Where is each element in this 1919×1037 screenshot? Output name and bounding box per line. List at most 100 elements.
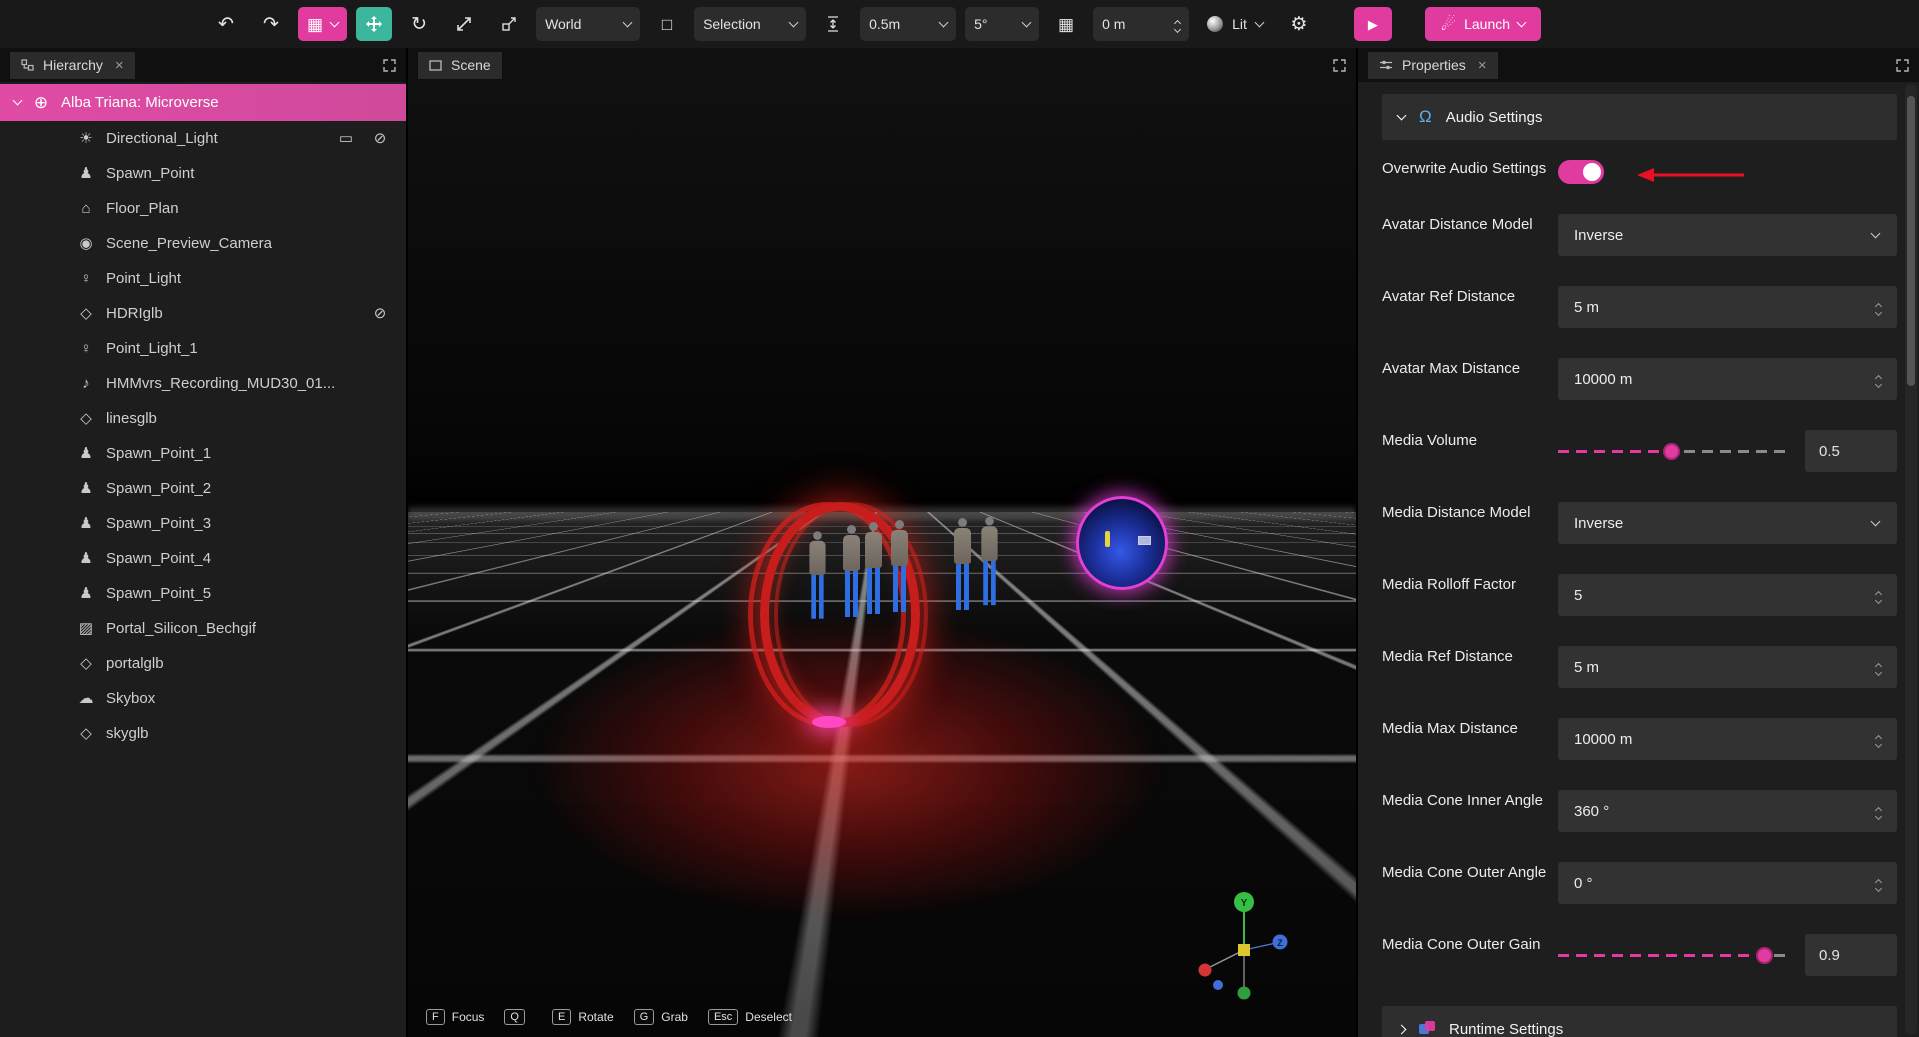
selection-dropdown[interactable]: Selection bbox=[694, 7, 806, 41]
settings-button[interactable]: ⚙ bbox=[1281, 7, 1317, 41]
properties-scrollbar[interactable] bbox=[1905, 84, 1917, 1035]
tree-item-root-selected[interactable]: Alba Triana: Microverse bbox=[0, 84, 406, 121]
orientation-gizmo[interactable]: Y Z bbox=[1192, 888, 1292, 1003]
scene-viewport[interactable]: Y Z FFocus Q ERotate GGrab EscDeselect bbox=[408, 82, 1356, 1037]
redo-icon: ↷ bbox=[263, 15, 279, 34]
avatar-max-distance-stepper[interactable]: 10000 m bbox=[1558, 358, 1897, 400]
tab-scene[interactable]: Scene bbox=[418, 52, 502, 79]
pivot-button[interactable] bbox=[491, 7, 527, 41]
expand-panel-icon[interactable] bbox=[1333, 59, 1346, 72]
avatar-figure[interactable] bbox=[805, 531, 830, 618]
keyboard-hints: FFocus Q ERotate GGrab EscDeselect bbox=[426, 1009, 792, 1025]
tree-item-hmmvrs-recording[interactable]: HMMvrs_Recording_MUD30_01... bbox=[0, 366, 406, 401]
section-title: Runtime Settings bbox=[1449, 1021, 1563, 1037]
key-g: G bbox=[634, 1009, 655, 1025]
chevron-down-icon bbox=[1254, 17, 1264, 27]
runtime-settings-section[interactable]: Runtime Settings bbox=[1382, 1006, 1897, 1037]
close-icon[interactable]: × bbox=[1478, 58, 1487, 73]
slider-thumb[interactable] bbox=[1756, 947, 1773, 964]
selection-mode-button[interactable]: □ bbox=[649, 7, 685, 41]
close-icon[interactable]: × bbox=[115, 58, 124, 73]
media-cone-outer-angle-stepper[interactable]: 0 ° bbox=[1558, 862, 1897, 904]
tree-item-spawn-point-5[interactable]: Spawn_Point_5 bbox=[0, 576, 406, 611]
eye-off-icon[interactable] bbox=[370, 306, 390, 321]
tree-item-floor-plan[interactable]: Floor_Plan bbox=[0, 191, 406, 226]
tree-item-spawn-point-1[interactable]: Spawn_Point_1 bbox=[0, 436, 406, 471]
snap-button[interactable] bbox=[815, 7, 851, 41]
scale-tool-button[interactable] bbox=[446, 7, 482, 41]
redo-button[interactable]: ↷ bbox=[253, 7, 289, 41]
media-volume-slider[interactable] bbox=[1558, 430, 1789, 472]
media-max-distance-stepper[interactable]: 10000 m bbox=[1558, 718, 1897, 760]
stepper-arrows[interactable] bbox=[1876, 660, 1881, 675]
stepper-arrows[interactable] bbox=[1876, 804, 1881, 819]
tree-item-portal-silicon[interactable]: Portal_Silicon_Bechgif bbox=[0, 611, 406, 646]
tree-item-point-light-1[interactable]: Point_Light_1 bbox=[0, 331, 406, 366]
media-ref-distance-stepper[interactable]: 5 m bbox=[1558, 646, 1897, 688]
stepper-arrows[interactable] bbox=[1876, 732, 1881, 747]
portal-figure bbox=[1105, 531, 1110, 547]
launch-button[interactable]: ☄ Launch bbox=[1425, 7, 1541, 41]
avatar-figure[interactable] bbox=[886, 520, 912, 612]
tab-hierarchy[interactable]: Hierarchy × bbox=[10, 52, 135, 79]
tree-item-label: Spawn_Point_3 bbox=[106, 515, 211, 532]
tree-item-skyglb[interactable]: skyglb bbox=[0, 716, 406, 751]
play-button[interactable]: ▶ bbox=[1354, 7, 1392, 41]
expand-panel-icon[interactable] bbox=[383, 59, 396, 72]
shading-mode-dropdown[interactable]: Lit bbox=[1198, 7, 1272, 41]
tree-item-skybox[interactable]: Skybox bbox=[0, 681, 406, 716]
audio-settings-section[interactable]: Ω Audio Settings bbox=[1382, 94, 1897, 140]
media-distance-model-dropdown[interactable]: Inverse bbox=[1558, 502, 1897, 544]
stepper-arrows[interactable] bbox=[1876, 372, 1881, 387]
stepper-arrows[interactable] bbox=[1876, 876, 1881, 891]
tab-properties[interactable]: Properties × bbox=[1368, 52, 1498, 79]
avatar-figure[interactable] bbox=[949, 518, 975, 610]
property-row-avatar-distance-model: Avatar Distance Model Inverse bbox=[1382, 214, 1897, 256]
expand-panel-icon[interactable] bbox=[1896, 59, 1909, 72]
move-tool-button[interactable] bbox=[356, 7, 392, 41]
chevron-down-icon bbox=[330, 17, 340, 27]
tree-item-linesglb[interactable]: linesglb bbox=[0, 401, 406, 436]
world-dropdown[interactable]: World bbox=[536, 7, 640, 41]
tree-item-scene-preview-camera[interactable]: Scene_Preview_Camera bbox=[0, 226, 406, 261]
chevron-down-icon bbox=[789, 17, 799, 27]
stepper-arrows[interactable] bbox=[1876, 300, 1881, 315]
stepper-arrows[interactable] bbox=[1876, 588, 1881, 603]
tree-item-spawn-point-3[interactable]: Spawn_Point_3 bbox=[0, 506, 406, 541]
media-cone-outer-gain-value[interactable]: 0.9 bbox=[1805, 934, 1897, 976]
tree-item-spawn-point-2[interactable]: Spawn_Point_2 bbox=[0, 471, 406, 506]
avatar-figure[interactable] bbox=[977, 517, 1002, 605]
media-rolloff-factor-stepper[interactable]: 5 bbox=[1558, 574, 1897, 616]
overwrite-audio-toggle[interactable] bbox=[1558, 160, 1604, 184]
tree-item-label: Skybox bbox=[106, 690, 155, 707]
rotate-tool-button[interactable]: ↻ bbox=[401, 7, 437, 41]
tree-item-hdriglb[interactable]: HDRIglb bbox=[0, 296, 406, 331]
stepper-value: 360 ° bbox=[1574, 803, 1609, 820]
layout-dropdown-button[interactable]: ▦ bbox=[298, 7, 347, 41]
tree-item-label: HMMvrs_Recording_MUD30_01... bbox=[106, 375, 335, 392]
tree-item-spawn-point[interactable]: Spawn_Point bbox=[0, 156, 406, 191]
rotate-snap-dropdown[interactable]: 5° bbox=[965, 7, 1039, 41]
stepper-arrows[interactable] bbox=[1175, 17, 1180, 32]
avatar-figure[interactable] bbox=[860, 522, 886, 614]
tree-item-portalglb[interactable]: portalglb bbox=[0, 646, 406, 681]
undo-button[interactable]: ↶ bbox=[208, 7, 244, 41]
avatar-ref-distance-stepper[interactable]: 5 m bbox=[1558, 286, 1897, 328]
eye-off-icon[interactable] bbox=[370, 131, 390, 146]
move-snap-dropdown[interactable]: 0.5m bbox=[860, 7, 956, 41]
hierarchy-icon bbox=[21, 59, 34, 71]
scrollbar-thumb[interactable] bbox=[1907, 96, 1915, 386]
portal-sphere[interactable] bbox=[1076, 496, 1168, 590]
tree-item-directional-light[interactable]: Directional_Light bbox=[0, 121, 406, 156]
height-snap-stepper[interactable]: 0 m bbox=[1093, 7, 1189, 41]
tree-item-spawn-point-4[interactable]: Spawn_Point_4 bbox=[0, 541, 406, 576]
media-volume-value[interactable]: 0.5 bbox=[1805, 430, 1897, 472]
avatar-distance-model-dropdown[interactable]: Inverse bbox=[1558, 214, 1897, 256]
grid-toggle-button[interactable]: ▦ bbox=[1048, 7, 1084, 41]
frame-select-icon[interactable] bbox=[336, 131, 356, 146]
slider-thumb[interactable] bbox=[1663, 443, 1680, 460]
tree-item-label: Spawn_Point_5 bbox=[106, 585, 211, 602]
media-cone-outer-gain-slider[interactable] bbox=[1558, 934, 1789, 976]
tree-item-point-light[interactable]: Point_Light bbox=[0, 261, 406, 296]
media-cone-inner-angle-stepper[interactable]: 360 ° bbox=[1558, 790, 1897, 832]
